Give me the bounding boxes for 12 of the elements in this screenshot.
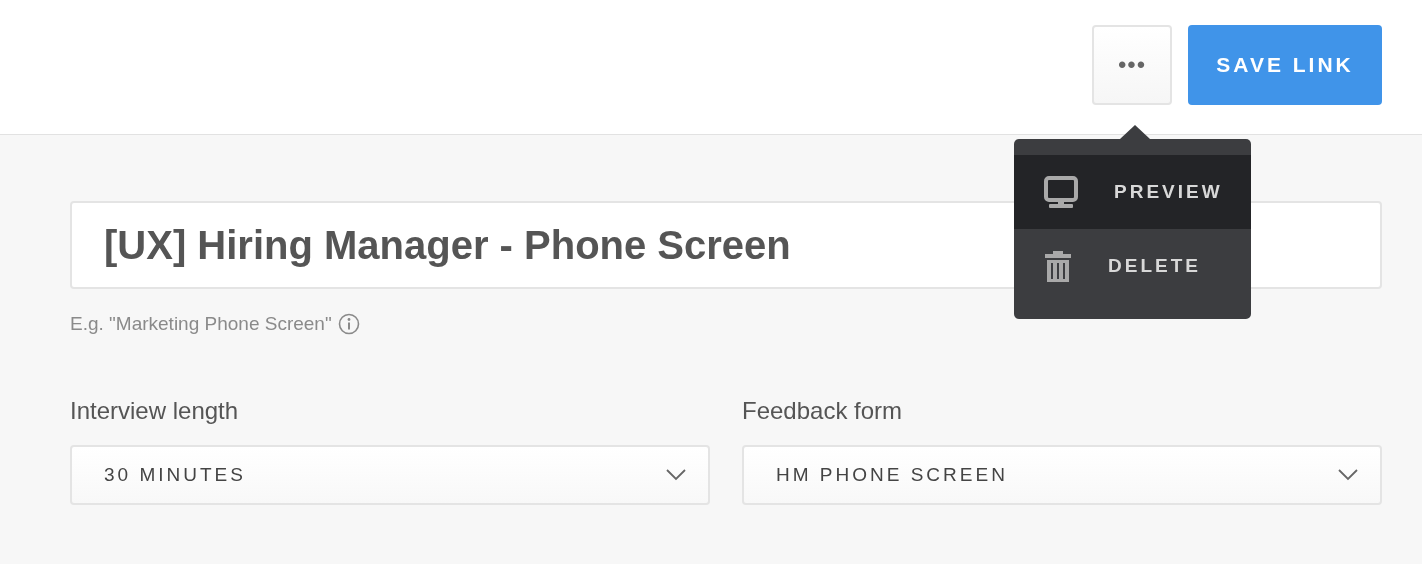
dropdown-select[interactable]: HM PHONE SCREEN <box>742 445 1382 505</box>
field-label: Feedback form <box>742 397 904 425</box>
hint-text: E.g. "Marketing Phone Screen" <box>70 313 332 335</box>
info-icon[interactable] <box>337 313 360 335</box>
trash-icon <box>1044 250 1072 282</box>
dropdown-select[interactable]: 30 MINUTES <box>70 445 710 505</box>
chevron-down-icon <box>666 469 686 481</box>
menu-item[interactable]: PREVIEW <box>1014 155 1251 229</box>
field-label: Interview length <box>70 397 240 425</box>
chevron-down-icon <box>1338 469 1358 481</box>
more-button[interactable]: ••• <box>1092 25 1172 105</box>
monitor-icon <box>1044 176 1078 208</box>
